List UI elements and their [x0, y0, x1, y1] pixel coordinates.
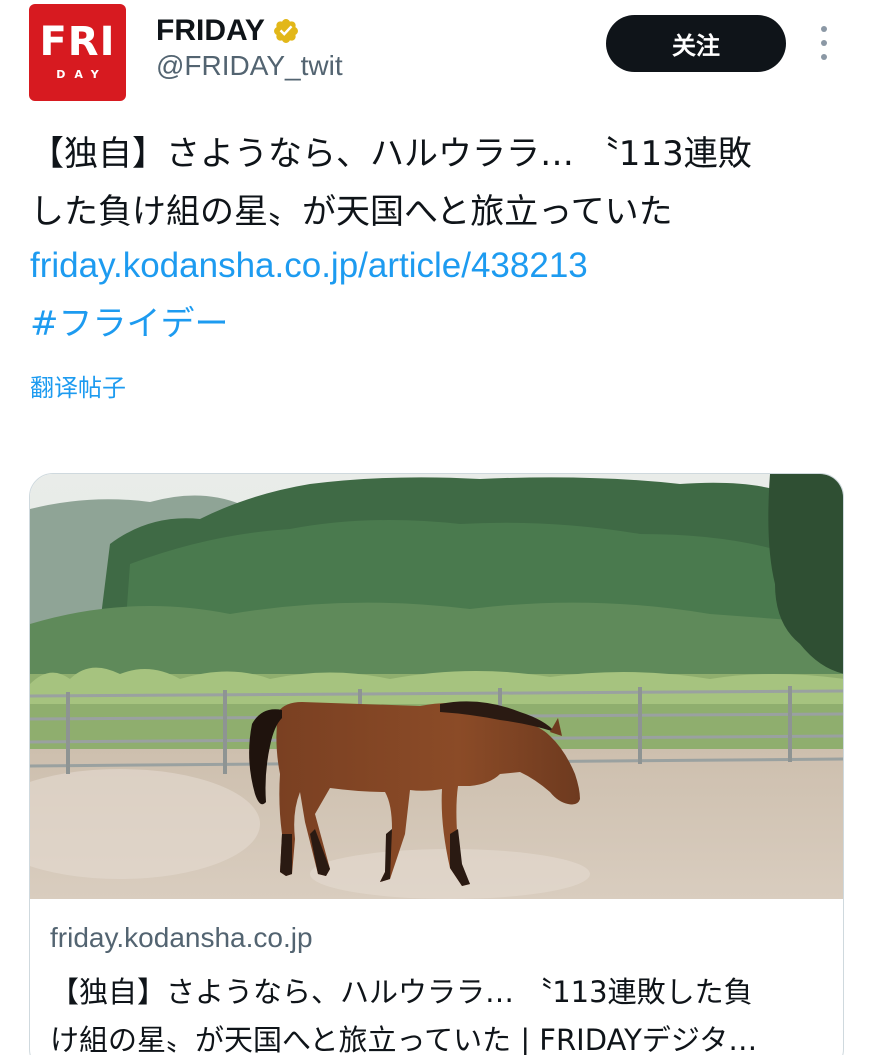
card-title-line: 【独自】さようなら、ハルウララ… 〝113連敗した負	[50, 975, 753, 1009]
avatar-logo-text: FRI	[39, 19, 116, 65]
post-text: 【独自】さようなら、ハルウララ… 〝113連敗 した負け組の星〟が天国へと旅立っ…	[30, 125, 840, 241]
verified-badge-icon	[273, 19, 298, 43]
article-link[interactable]: friday.kodansha.co.jp/article/438213	[30, 240, 588, 292]
link-preview-card[interactable]: friday.kodansha.co.jp 【独自】さようなら、ハルウララ… 〝…	[29, 473, 844, 1055]
avatar-logo-subtext: DAY	[56, 68, 108, 81]
more-vertical-icon[interactable]	[812, 26, 836, 60]
more-dot	[821, 26, 827, 32]
card-image[interactable]	[30, 474, 844, 899]
more-dot	[821, 40, 827, 46]
card-title: 【独自】さようなら、ハルウララ… 〝113連敗した負 け組の星〟が天国へと旅立っ…	[50, 968, 840, 1055]
account-name-row[interactable]: FRIDAY	[156, 12, 300, 50]
post-text-line: 【独自】さようなら、ハルウララ… 〝113連敗	[30, 134, 752, 174]
post-text-line: した負け組の星〟が天国へと旅立っていた	[30, 192, 673, 232]
account-handle[interactable]: @FRIDAY_twit	[156, 50, 343, 82]
more-dot	[821, 54, 827, 60]
avatar[interactable]: FRI DAY	[29, 4, 126, 101]
display-name[interactable]: FRIDAY	[156, 14, 265, 48]
follow-button[interactable]: 关注	[606, 15, 786, 72]
card-domain: friday.kodansha.co.jp	[50, 922, 313, 953]
card-title-line: け組の星〟が天国へと旅立っていた | FRIDAYデジタ…	[50, 1023, 758, 1055]
hashtag-link[interactable]: #フライデー	[30, 298, 229, 350]
translate-post-link[interactable]: 翻译帖子	[30, 370, 126, 406]
